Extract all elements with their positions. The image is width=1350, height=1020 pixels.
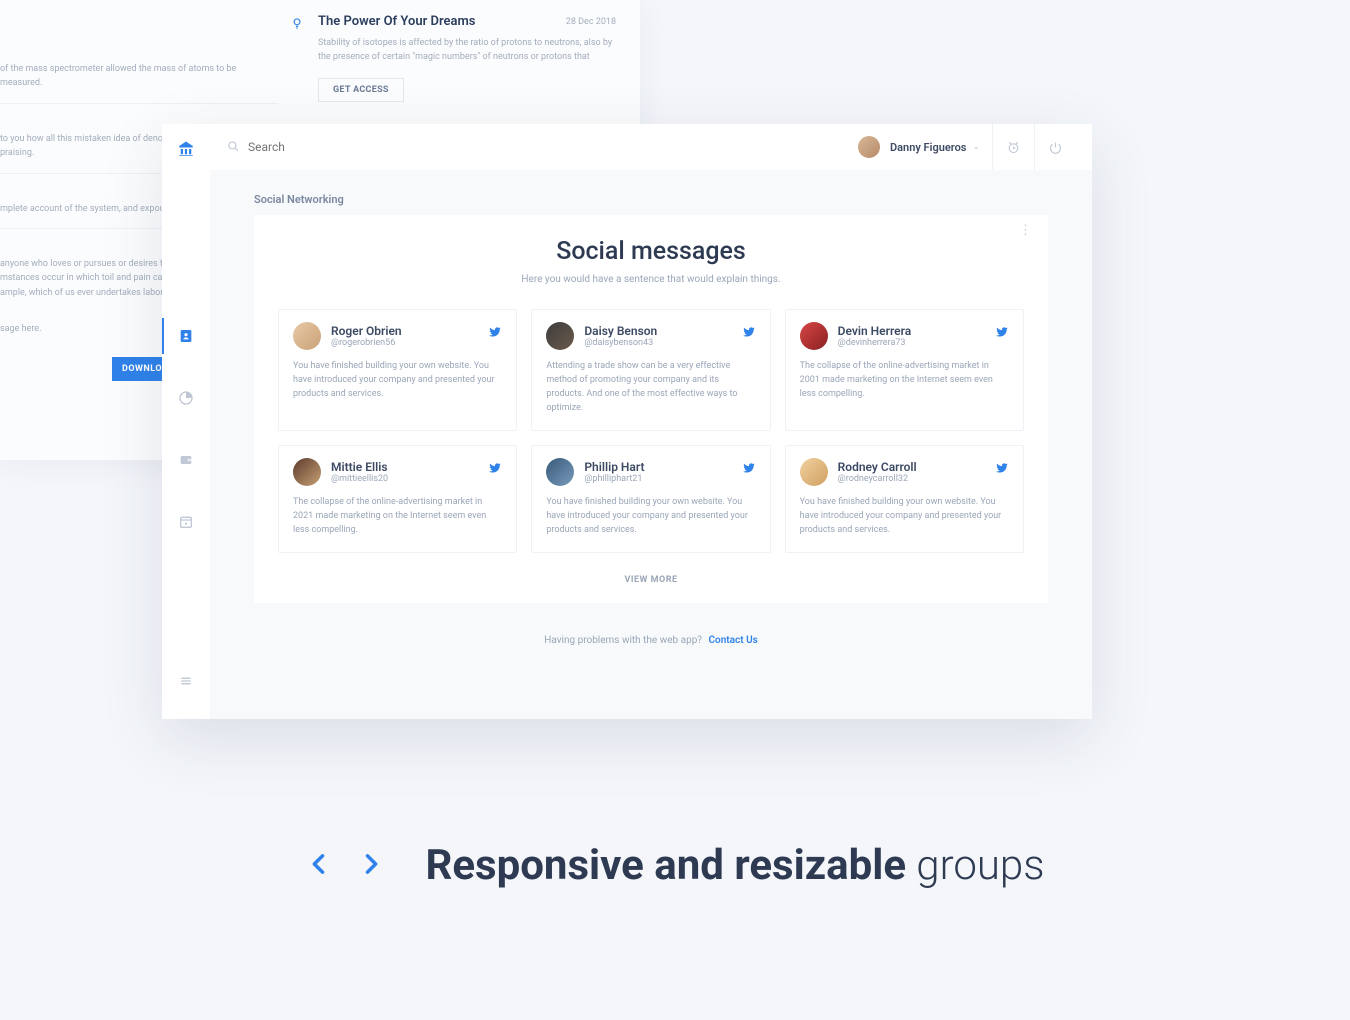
messages-grid: Roger Obrien@rogerobrien56 You have finis… [278,309,1024,553]
caption-bold: Responsive and resizable [425,841,906,890]
message-body: Attending a trade show can be a very eff… [546,360,755,416]
alarm-button[interactable] [992,124,1034,170]
sidebar-item-menu[interactable] [162,657,210,705]
search-field[interactable] [226,138,858,157]
chevron-right-icon[interactable] [357,850,385,882]
sidebar [162,124,210,719]
bg-article-date: 28 Dec 2018 [566,17,616,27]
message-handle: @philliphart21 [584,474,644,484]
twitter-icon [488,324,502,343]
lightbulb-icon [290,15,304,29]
message-avatar [546,458,574,486]
panel-more-icon[interactable]: ⋮ [1019,229,1032,234]
message-avatar [546,322,574,350]
message-card[interactable]: Roger Obrien@rogerobrien56 You have finis… [278,309,517,431]
contact-us-link[interactable]: Contact Us [709,635,758,646]
bg-article-desc: Stability of isotopes is affected by the… [318,37,616,64]
twitter-icon [742,324,756,343]
message-author: Devin Herrera [838,324,912,338]
page-caption: Responsive and resizable groups [0,841,1350,890]
message-handle: @daisybenson43 [584,338,657,348]
user-name: Danny Figueros [890,141,966,154]
search-input[interactable] [248,140,448,154]
message-body: The collapse of the online-advertising m… [293,496,502,538]
message-handle: @rodneycarroll32 [838,474,917,484]
panel-subtitle: Here you would have a sentence that woul… [278,274,1024,285]
chevron-left-icon[interactable] [305,850,333,882]
sidebar-item-calendar[interactable] [162,498,210,546]
twitter-icon [488,460,502,479]
sidebar-item-contacts[interactable] [162,312,210,360]
message-card[interactable]: Mittie Ellis@mittieellis20 The collapse o… [278,445,517,553]
help-footer: Having problems with the web app? Contac… [210,635,1092,646]
bg-article-title: The Power Of Your Dreams [318,14,476,29]
view-more-button[interactable]: VIEW MORE [278,575,1024,585]
sidebar-item-analytics[interactable] [162,374,210,422]
message-avatar [800,322,828,350]
search-icon [226,138,248,157]
message-card[interactable]: Phillip Hart@philliphart21 You have finis… [531,445,770,553]
messages-panel: ⋮ Social messages Here you would have a … [254,215,1048,603]
caption-light: groups [906,841,1045,890]
message-author: Phillip Hart [584,460,644,474]
footer-text: Having problems with the web app? [544,635,702,646]
message-card[interactable]: Rodney Carroll@rodneycarroll32 You have f… [785,445,1024,553]
message-body: You have finished building your own webs… [546,496,755,538]
message-handle: @devinherrera73 [838,338,912,348]
message-avatar [800,458,828,486]
message-body: The collapse of the online-advertising m… [800,360,1009,402]
breadcrumb: Social Networking [210,170,1092,215]
main-area: Danny Figueros ⌄ Social Networking ⋮ Soc… [210,124,1092,719]
message-author: Mittie Ellis [331,460,388,474]
user-avatar [858,136,880,158]
message-avatar [293,322,321,350]
chevron-down-icon: ⌄ [972,142,980,152]
message-avatar [293,458,321,486]
message-card[interactable]: Daisy Benson@daisybenson43 Attending a tr… [531,309,770,431]
bg-fragment: of the mass spectrometer allowed the mas… [0,50,278,103]
message-author: Rodney Carroll [838,460,917,474]
sidebar-item-wallet[interactable] [162,436,210,484]
twitter-icon [995,324,1009,343]
message-body: You have finished building your own webs… [293,360,502,402]
message-body: You have finished building your own webs… [800,496,1009,538]
topbar: Danny Figueros ⌄ [210,124,1092,170]
twitter-icon [742,460,756,479]
app-window: Danny Figueros ⌄ Social Networking ⋮ Soc… [162,124,1092,719]
message-author: Daisy Benson [584,324,657,338]
user-menu[interactable]: Danny Figueros ⌄ [858,136,980,158]
power-button[interactable] [1034,124,1076,170]
panel-title: Social messages [278,237,1024,266]
get-access-button[interactable]: GET ACCESS [318,78,404,102]
message-handle: @mittieellis20 [331,474,388,484]
message-card[interactable]: Devin Herrera@devinherrera73 The collapse… [785,309,1024,431]
app-logo-icon [177,140,195,162]
message-author: Roger Obrien [331,324,402,338]
breadcrumb-current: Social Networking [254,193,344,206]
twitter-icon [995,460,1009,479]
message-handle: @rogerobrien56 [331,338,402,348]
